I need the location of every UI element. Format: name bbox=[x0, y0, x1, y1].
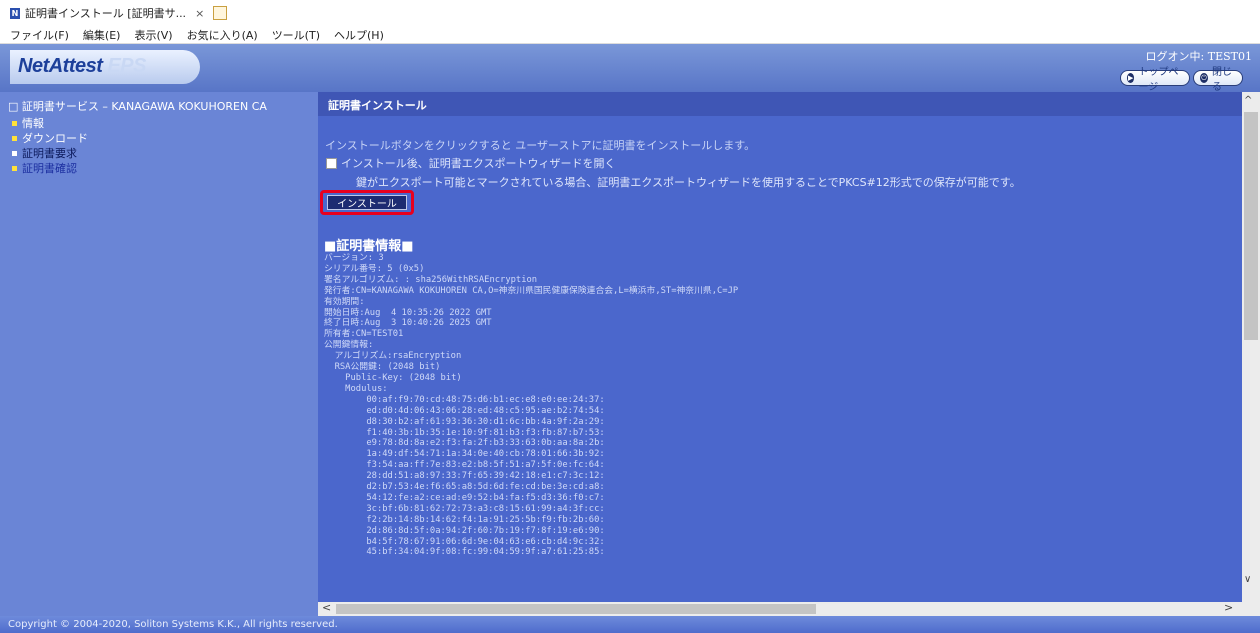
main-title-bar bbox=[318, 92, 1242, 116]
menu-view[interactable]: 表示(V) bbox=[134, 27, 172, 43]
cert-line: シリアル番号: 5 (0x5) bbox=[324, 263, 425, 274]
install-button[interactable]: インストール bbox=[327, 195, 407, 210]
horizontal-scroll-thumb[interactable] bbox=[336, 604, 816, 614]
export-wizard-checkbox[interactable] bbox=[326, 157, 337, 169]
certificate-info-heading: ■証明書情報■ bbox=[324, 239, 414, 254]
cert-line: f2:2b:14:8b:14:62:f4:1a:91:25:5b:f9:fb:2… bbox=[324, 514, 605, 525]
menu-bar: ファイル(F) 編集(E) 表示(V) お気に入り(A) ツール(T) ヘルプ(… bbox=[0, 26, 1260, 44]
cert-line: e9:78:8d:8a:e2:f3:fa:2f:b3:33:63:0b:aa:8… bbox=[324, 438, 605, 449]
scrollbar-corner bbox=[1242, 602, 1260, 616]
top-page-label: トップページ bbox=[1138, 67, 1179, 93]
menu-help[interactable]: ヘルプ(H) bbox=[334, 27, 384, 43]
sidebar-item[interactable]: 証明書要求 bbox=[12, 145, 77, 161]
sidebar-title-label: 証明書サービス – KANAGAWA KOKUHOREN CA bbox=[21, 100, 267, 113]
power-icon: ⏻ bbox=[1200, 73, 1208, 83]
menu-file[interactable]: ファイル(F) bbox=[10, 27, 69, 43]
browser-tab[interactable]: N 証明書インストール [証明書サ... × bbox=[10, 4, 228, 22]
cert-line: 1a:49:df:54:71:1a:34:0e:40:cb:78:01:66:3… bbox=[324, 449, 605, 460]
tab-close-icon[interactable]: × bbox=[195, 7, 204, 20]
bullet-icon bbox=[12, 165, 17, 171]
cert-line: 発行者:CN=KANAGAWA KOKUHOREN CA,O=神奈川県国民健康保… bbox=[324, 285, 739, 296]
bullet-icon bbox=[12, 135, 17, 141]
cert-line: Public-Key: (2048 bit) bbox=[324, 372, 462, 383]
export-wizard-label: インストール後、証明書エクスポートウィザードを開く bbox=[341, 157, 616, 170]
collapse-icon: □ bbox=[8, 100, 19, 113]
cert-line: RSA公開鍵: (2048 bit) bbox=[324, 362, 441, 373]
vertical-scroll-thumb[interactable] bbox=[1244, 112, 1258, 340]
logon-status: ログオン中: TEST01 bbox=[1145, 50, 1252, 63]
export-wizard-option[interactable]: インストール後、証明書エクスポートウィザードを開く bbox=[326, 155, 615, 171]
cert-line: ed:d0:4d:06:43:06:28:ed:48:c5:95:ae:b2:7… bbox=[324, 405, 605, 416]
cert-line: 署名アルゴリズム: : sha256WithRSAEncryption bbox=[324, 274, 538, 285]
top-page-button[interactable]: ▶ トップページ bbox=[1120, 67, 1190, 93]
cert-line: 00:af:f9:70:cd:48:75:d6:b1:ec:e8:e0:ee:2… bbox=[324, 394, 605, 405]
cert-line: アルゴリズム:rsaEncryption bbox=[324, 351, 462, 362]
netattest-logo: NetAttest EPS bbox=[18, 55, 146, 78]
cert-line: バージョン: 3 bbox=[324, 253, 384, 263]
tab-title: 証明書インストール [証明書サ... bbox=[25, 7, 187, 20]
sidebar-item[interactable]: 証明書確認 bbox=[12, 160, 77, 176]
menu-edit[interactable]: 編集(E) bbox=[83, 27, 121, 43]
install-info-text: インストールボタンをクリックすると ユーザーストアに証明書をインストールします。 bbox=[325, 139, 756, 152]
menu-favorites[interactable]: お気に入り(A) bbox=[187, 27, 258, 43]
sidebar-item-label: 証明書確認 bbox=[22, 162, 77, 175]
certificate-details: バージョン: 3 シリアル番号: 5 (0x5) 署名アルゴリズム: : sha25… bbox=[324, 253, 1224, 558]
logo-main-text: NetAttest bbox=[18, 55, 103, 77]
page-title: 証明書インストール bbox=[328, 99, 427, 112]
cert-line: b4:5f:78:67:91:06:6d:9e:04:63:e6:cb:d4:9… bbox=[324, 536, 605, 547]
scroll-down-icon[interactable]: ∨ bbox=[1244, 574, 1251, 585]
menu-tools[interactable]: ツール(T) bbox=[272, 27, 320, 43]
cert-line: 終了日時:Aug 3 10:40:26 2025 GMT bbox=[324, 318, 492, 329]
cert-line: f3:54:aa:ff:7e:83:e2:b8:5f:51:a7:5f:0e:f… bbox=[324, 460, 605, 471]
sidebar-item[interactable]: ダウンロード bbox=[12, 130, 88, 146]
bullet-icon bbox=[12, 120, 17, 126]
scroll-left-icon[interactable]: < bbox=[322, 601, 331, 614]
sidebar-item[interactable]: 情報 bbox=[12, 115, 44, 131]
sidebar-item-label: ダウンロード bbox=[22, 132, 88, 145]
close-button[interactable]: ⏻ 閉じる bbox=[1193, 67, 1243, 93]
cert-line: Modulus: bbox=[324, 383, 388, 394]
cert-line: d2:b7:53:4e:f6:65:a8:5d:6d:fe:cd:be:3e:c… bbox=[324, 482, 605, 493]
cert-line: 2d:86:8d:5f:0a:94:2f:60:7b:19:f7:8f:19:e… bbox=[324, 525, 605, 536]
logo-sub-text: EPS bbox=[107, 55, 146, 77]
sidebar-item-label: 証明書要求 bbox=[22, 147, 77, 160]
cert-line: 54:12:fe:a2:ce:ad:e9:52:b4:fa:f5:d3:36:f… bbox=[324, 492, 605, 503]
arrow-icon: ▶ bbox=[1127, 73, 1135, 83]
cert-line: 所有者:CN=TEST01 bbox=[324, 329, 404, 340]
cert-line: 開始日時:Aug 4 10:35:26 2022 GMT bbox=[324, 307, 492, 318]
cert-line: 有効期間: bbox=[324, 296, 365, 307]
close-label: 閉じる bbox=[1212, 67, 1232, 93]
cert-line: 3c:bf:6b:81:62:72:73:a3:c8:15:61:99:a4:3… bbox=[324, 503, 605, 514]
scroll-up-icon[interactable]: ^ bbox=[1244, 95, 1252, 106]
bullet-icon bbox=[12, 150, 17, 156]
cert-line: 公開鍵情報: bbox=[324, 340, 374, 351]
cert-line: f1:40:3b:1b:35:1e:10:9f:81:b3:f3:fb:87:b… bbox=[324, 427, 605, 438]
export-note: 鍵がエクスポート可能とマークされている場合、証明書エクスポートウィザードを使用す… bbox=[356, 176, 1021, 189]
netattest-favicon-icon: N bbox=[10, 7, 20, 19]
cert-line: 28:dd:51:a8:97:33:7f:65:39:42:18:e1:c7:3… bbox=[324, 471, 605, 482]
sidebar-item-label: 情報 bbox=[22, 117, 44, 130]
sidebar-title[interactable]: □ 証明書サービス – KANAGAWA KOKUHOREN CA bbox=[8, 98, 267, 114]
new-tab-icon[interactable] bbox=[213, 6, 228, 20]
scroll-right-icon[interactable]: > bbox=[1224, 601, 1233, 614]
cert-line: d8:30:b2:af:61:93:36:30:d1:6c:bb:4a:9f:2… bbox=[324, 416, 605, 427]
copyright-text: Copyright © 2004-2020, Soliton Systems K… bbox=[8, 619, 338, 630]
cert-line: 45:bf:34:04:9f:08:fc:99:04:59:9f:a7:61:2… bbox=[324, 547, 605, 558]
